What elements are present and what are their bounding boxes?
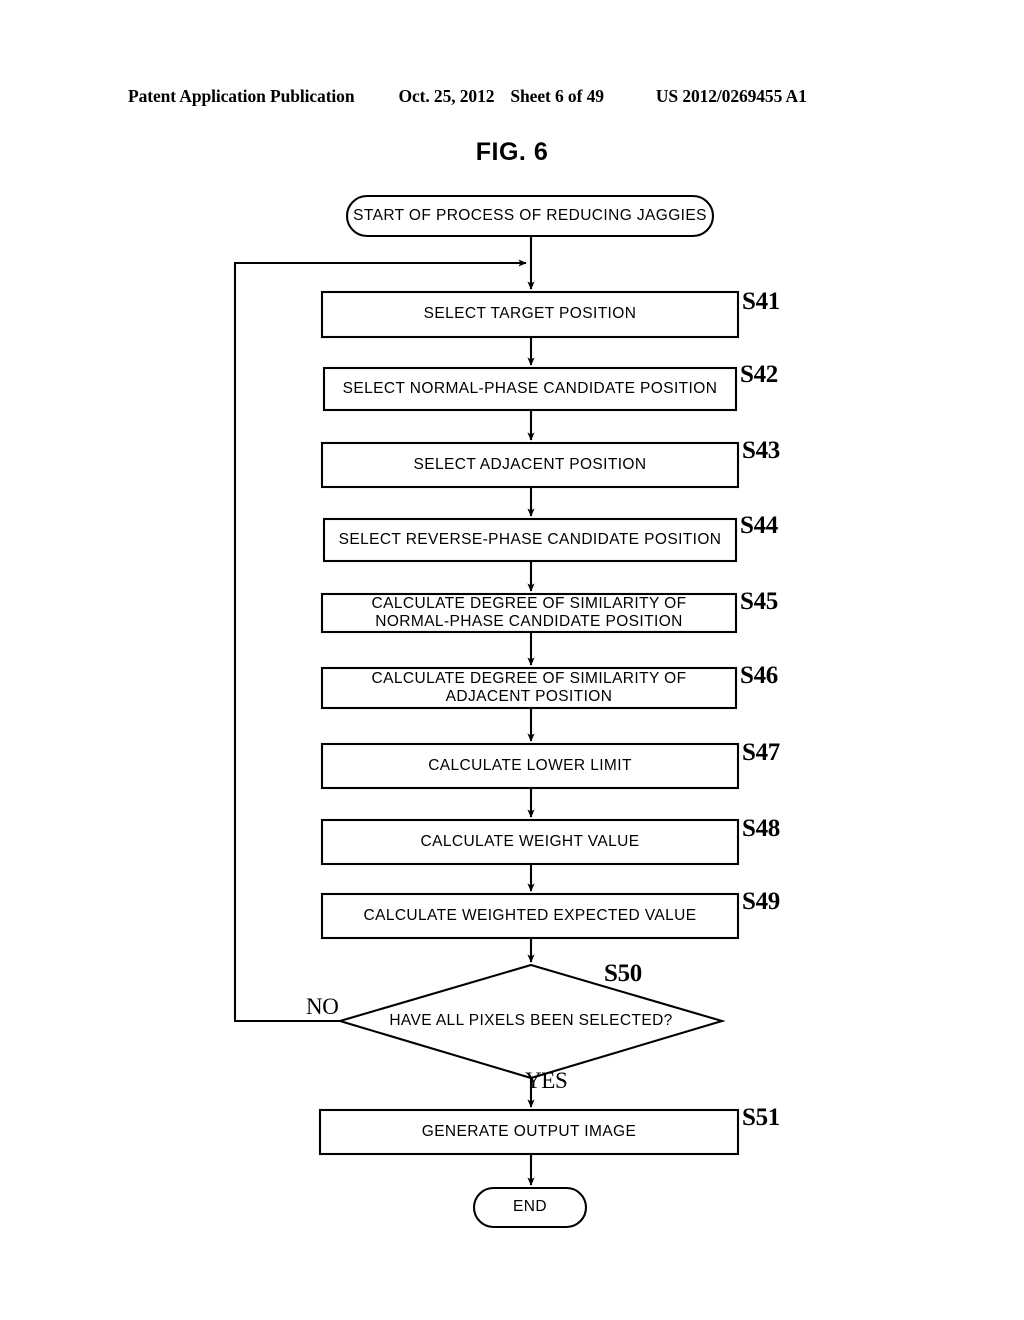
step-box-s43 <box>320 441 740 489</box>
step-number-s46: S46 <box>740 662 779 689</box>
step-number-s47: S47 <box>742 739 781 766</box>
step-number-s43: S43 <box>742 437 781 464</box>
step-box-s41 <box>320 290 740 339</box>
step-box-s47 <box>320 742 740 790</box>
branch-label-no: NO <box>306 994 339 1019</box>
step-number-s48: S48 <box>742 815 781 842</box>
step-number-s50: S50 <box>604 960 643 987</box>
step-number-s42: S42 <box>740 361 779 388</box>
start-terminal-shape <box>345 194 715 238</box>
step-box-s45 <box>320 592 738 634</box>
step-box-s42 <box>322 366 738 412</box>
step-box-s48 <box>320 818 740 866</box>
end-terminal-shape <box>472 1186 588 1229</box>
flowchart-diagram: START OF PROCESS OF REDUCING JAGGIES SEL… <box>0 0 1024 1320</box>
step-number-s44: S44 <box>740 512 779 539</box>
step-number-s41: S41 <box>742 288 781 315</box>
step-box-s51 <box>318 1108 740 1156</box>
step-number-s49: S49 <box>742 888 781 915</box>
branch-label-yes: YES <box>525 1068 568 1093</box>
flowchart-canvas <box>233 194 740 1229</box>
step-box-s46 <box>320 666 738 710</box>
step-number-s51: S51 <box>742 1104 781 1131</box>
step-box-s49 <box>320 892 740 940</box>
decision-diamond-s50 <box>336 963 726 1080</box>
step-number-s45: S45 <box>740 588 779 615</box>
step-box-s44 <box>322 517 738 563</box>
